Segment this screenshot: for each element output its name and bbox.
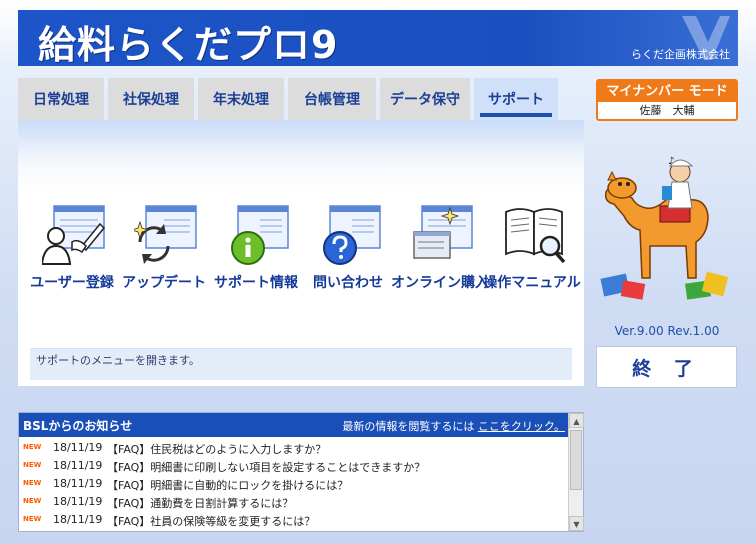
tab-daily[interactable]: 日常処理	[18, 78, 104, 120]
contact-button[interactable]: 問い合わせ	[302, 202, 394, 302]
user-registration-icon	[42, 205, 106, 265]
news-prompt: 最新の情報を閲覧するには ここをクリック。	[342, 418, 565, 434]
mynumber-mode-title: マイナンバー モード	[598, 81, 736, 102]
new-badge: NEW	[23, 443, 42, 451]
news-item[interactable]: NEW 18/11/19 【FAQ】通勤費を日割計算するには？	[19, 493, 569, 511]
update-icon	[134, 205, 197, 264]
online-purchase-button[interactable]: オンライン購入	[391, 202, 489, 302]
manual-icon	[505, 208, 566, 264]
support-info-button[interactable]: サポート情報	[210, 202, 302, 302]
mynumber-mode-badge: マイナンバー モード 佐藤 大輔	[596, 79, 738, 121]
news-item[interactable]: NEW 18/11/19 【FAQ】住民税はどのように入力しますか？	[19, 439, 569, 457]
scroll-up-arrow-icon[interactable]: ▲	[569, 413, 584, 428]
online-purchase-icon	[413, 205, 473, 259]
tab-year-end[interactable]: 年末処理	[198, 78, 284, 120]
news-text: 【FAQ】住民税はどのように入力しますか？	[107, 443, 327, 456]
status-message-box: サポートのメニューを開きます。	[30, 348, 572, 380]
news-date: 18/11/19	[53, 441, 103, 454]
new-badge: NEW	[23, 515, 42, 523]
tab-ledger[interactable]: 台帳管理	[288, 78, 376, 120]
news-text: 【FAQ】明細書に印刷しない項目を設定することはできますか？	[107, 461, 426, 474]
tab-data-maintenance[interactable]: データ保守	[380, 78, 470, 120]
exit-button[interactable]: 終 了	[596, 346, 737, 388]
current-user-name: 佐藤 大輔	[639, 104, 695, 117]
tab-social-insurance[interactable]: 社保処理	[108, 78, 194, 120]
update-button[interactable]: アップデート	[118, 202, 210, 302]
new-badge: NEW	[23, 479, 42, 487]
news-text: 【FAQ】明細書に自動的にロックを掛けるには？	[107, 479, 349, 492]
news-date: 18/11/19	[53, 459, 103, 472]
news-item[interactable]: NEW 18/11/19 【FAQ】明細書に印刷しない項目を設定することはできま…	[19, 457, 569, 475]
news-text: 【FAQ】社員の保険等級を変更するには？	[107, 515, 316, 528]
new-badge: NEW	[23, 497, 42, 505]
news-date: 18/11/19	[53, 495, 103, 508]
version-label: Ver.9.00 Rev.1.00	[614, 324, 720, 338]
camel-mascot-icon: ♪	[600, 156, 729, 300]
news-header: BSLからのお知らせ 最新の情報を閲覧するには ここをクリック。	[19, 413, 569, 437]
news-item[interactable]: NEW 18/11/19 【FAQ】社員の保険等級を変更するには？	[19, 511, 569, 529]
news-prompt-text: 最新の情報を閲覧するには	[342, 420, 475, 433]
company-name: らくだ企画株式会社	[631, 48, 730, 61]
news-click-link[interactable]: ここをクリック。	[478, 420, 565, 433]
news-text: 【FAQ】通勤費を日割計算するには？	[107, 497, 294, 510]
news-list: NEW 18/11/19 【FAQ】住民税はどのように入力しますか？ NEW 1…	[19, 439, 569, 529]
support-panel: ユーザー登録 アップデート サポート情報 問い合わせ オンライン購入 操作マニュ…	[18, 120, 584, 386]
user-registration-button[interactable]: ユーザー登録	[26, 202, 118, 302]
tab-support[interactable]: サポート	[474, 78, 558, 120]
news-item[interactable]: NEW 18/11/19 【FAQ】明細書に自動的にロックを掛けるには？	[19, 475, 569, 493]
news-panel: BSLからのお知らせ 最新の情報を閲覧するには ここをクリック。 NEW 18/…	[18, 412, 584, 532]
news-title: BSLからのお知らせ	[23, 419, 133, 433]
info-icon	[231, 205, 289, 265]
app-title: 給料らくだプロ9	[38, 23, 339, 67]
app-header: 給料らくだプロ9 らくだ企画株式会社	[18, 10, 738, 67]
new-badge: NEW	[23, 461, 42, 469]
svg-text:♪: ♪	[668, 156, 674, 167]
news-scrollbar[interactable]: ▲ ▼	[568, 413, 584, 531]
news-date: 18/11/19	[53, 477, 103, 490]
question-icon	[323, 205, 381, 265]
status-message: サポートのメニューを開きます。	[36, 354, 200, 367]
scroll-down-arrow-icon[interactable]: ▼	[569, 516, 584, 531]
news-date: 18/11/19	[53, 513, 103, 526]
scroll-thumb[interactable]	[570, 430, 582, 490]
manual-label: 操作マニュアル	[483, 275, 581, 291]
manual-button[interactable]: 操作マニュアル	[483, 202, 581, 302]
